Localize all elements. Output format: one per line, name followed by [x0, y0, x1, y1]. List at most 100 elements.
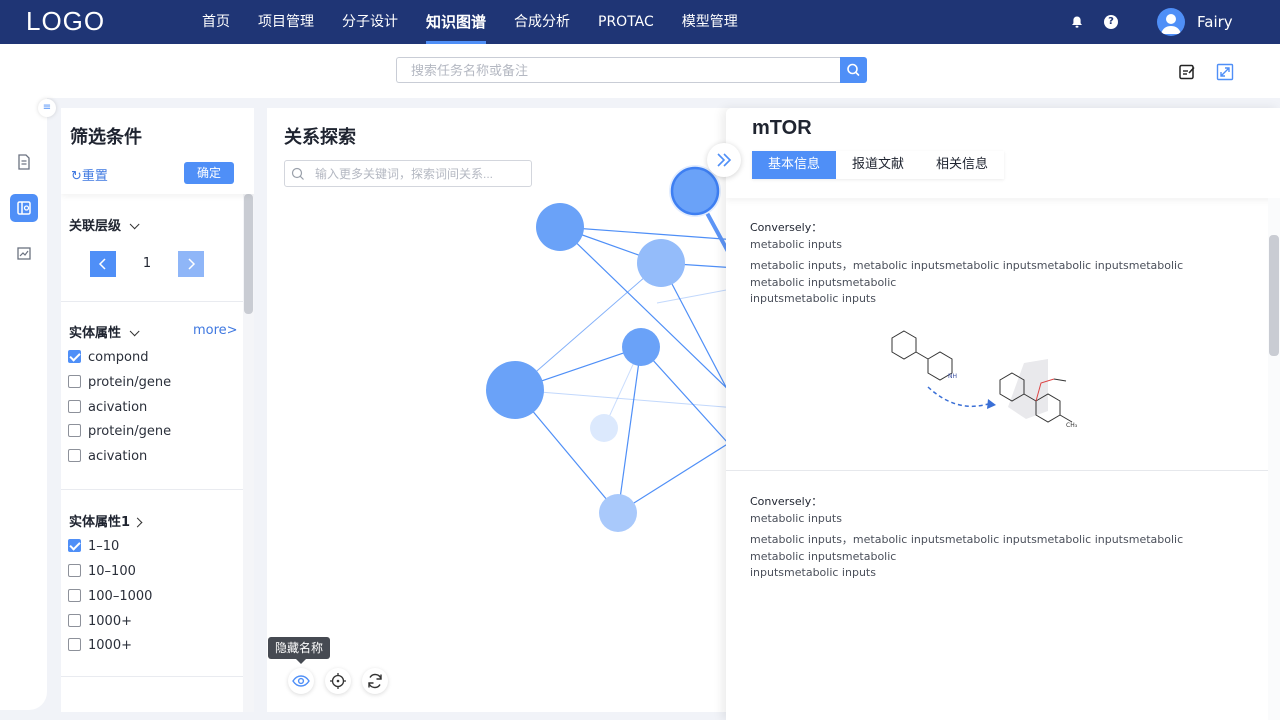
detail-scrollbar[interactable]	[1268, 198, 1280, 720]
entity-option[interactable]: protein/gene	[68, 375, 171, 393]
collapse-panel-button[interactable]	[707, 143, 741, 177]
chart-report-icon	[17, 247, 31, 260]
refresh-layout-button[interactable]	[362, 668, 388, 694]
rail-item-analysis[interactable]	[10, 240, 38, 268]
option-label: 1000+	[88, 614, 132, 629]
scrollbar-thumb[interactable]	[1269, 235, 1279, 356]
section-text: metabolic inputsmetabolic	[750, 550, 897, 563]
level-section-toggle[interactable]: 关联层级	[69, 215, 140, 234]
graph-node[interactable]	[622, 328, 660, 366]
level-value[interactable]: 1	[116, 251, 178, 277]
checkbox[interactable]	[68, 638, 81, 651]
detail-header: mTOR 基本信息 报道文献 相关信息	[726, 108, 1280, 198]
section-text: inputsmetabolic inputs	[750, 566, 876, 579]
graph-node[interactable]	[486, 361, 544, 419]
search-button[interactable]	[840, 57, 867, 83]
bell-icon[interactable]	[1070, 15, 1084, 29]
tab-related-info[interactable]: 相关信息	[920, 151, 1005, 179]
checkbox[interactable]	[68, 614, 81, 627]
entity-option[interactable]: acivation	[68, 449, 147, 467]
tab-literature[interactable]: 报道文献	[836, 151, 921, 179]
graph-node[interactable]	[637, 239, 685, 287]
molecule-structure-image: NH CH₃	[891, 330, 1078, 429]
chevron-right-icon	[132, 517, 143, 528]
level-increment-button[interactable]	[178, 251, 204, 277]
nav-item-knowledge-graph[interactable]: 知识图谱	[412, 0, 500, 44]
graph-node[interactable]	[599, 494, 637, 532]
search-icon	[291, 167, 304, 180]
fullscreen-icon[interactable]	[1216, 63, 1234, 81]
edit-note-icon[interactable]	[1178, 63, 1196, 81]
avatar[interactable]	[1157, 8, 1185, 36]
graph-node[interactable]	[590, 414, 618, 442]
checkbox[interactable]	[68, 424, 81, 437]
range-option[interactable]: 1000+	[68, 614, 132, 632]
graph-node[interactable]	[536, 203, 584, 251]
toggle-names-button[interactable]	[288, 668, 314, 694]
help-icon[interactable]: ?	[1104, 15, 1118, 29]
checkbox[interactable]	[68, 375, 81, 388]
graph-edge	[514, 389, 737, 409]
option-label: protein/gene	[88, 375, 172, 390]
entity-option[interactable]: protein/gene	[68, 424, 171, 442]
entity-section-toggle[interactable]: 实体属性	[69, 322, 140, 341]
nav-item-models[interactable]: 模型管理	[668, 0, 752, 44]
user-name[interactable]: Fairy	[1197, 13, 1233, 31]
graph-edge	[656, 287, 737, 304]
range-option[interactable]: 1–10	[68, 539, 119, 557]
scrollbar-thumb[interactable]	[244, 194, 253, 314]
menu-toggle-icon[interactable]: ≡	[38, 99, 56, 117]
double-chevron-right-icon	[717, 153, 732, 167]
range-option[interactable]: 100–1000	[68, 589, 152, 607]
refresh-icon	[368, 673, 382, 689]
section-text: inputsmetabolic inputs	[750, 292, 876, 305]
app-logo[interactable]: LOGO	[26, 6, 105, 37]
checkbox[interactable]	[68, 564, 81, 577]
locate-button[interactable]	[325, 668, 351, 694]
nav-item-projects[interactable]: 项目管理	[244, 0, 328, 44]
filter-scrollbar[interactable]	[243, 194, 254, 712]
range-option[interactable]: 1000+	[68, 638, 132, 656]
checkbox[interactable]	[68, 350, 81, 363]
detail-panel: mTOR 基本信息 报道文献 相关信息 Conversely： metaboli…	[726, 108, 1280, 720]
option-label: 1000+	[88, 638, 132, 653]
rail-item-graph[interactable]	[10, 194, 38, 222]
level-decrement-button[interactable]	[90, 251, 116, 277]
checkbox[interactable]	[68, 589, 81, 602]
rail-item-documents[interactable]	[10, 148, 38, 176]
nav-item-synthesis[interactable]: 合成分析	[500, 0, 584, 44]
nav-item-home[interactable]: 首页	[188, 0, 244, 44]
checkbox[interactable]	[68, 400, 81, 413]
checkbox[interactable]	[68, 449, 81, 462]
search-icon	[847, 63, 860, 76]
option-label: protein/gene	[88, 424, 172, 439]
section-text: metabolic inputs	[750, 512, 842, 525]
entity-title: mTOR	[752, 117, 812, 139]
knowledge-graph-canvas[interactable]	[267, 108, 737, 712]
range-option[interactable]: 10–100	[68, 564, 136, 582]
more-link[interactable]: more>	[193, 323, 238, 338]
filter-panel: 筛选条件 ↻重置 确定 关联层级 1 实体属性 more> compond pr…	[61, 108, 254, 712]
entity-option[interactable]: compond	[68, 350, 148, 368]
nav-item-molecule-design[interactable]: 分子设计	[328, 0, 412, 44]
molecule-nh-label: NH	[948, 373, 957, 380]
keyword-search-input[interactable]	[284, 160, 532, 187]
search-bar-area	[0, 44, 1280, 98]
task-search-input[interactable]	[396, 57, 840, 83]
confirm-button[interactable]: 确定	[184, 162, 234, 184]
tab-basic-info[interactable]: 基本信息	[752, 151, 837, 179]
nav-item-protac[interactable]: PROTAC	[584, 0, 668, 44]
checkbox[interactable]	[68, 539, 81, 552]
chevron-down-icon	[129, 219, 140, 230]
option-label: acivation	[88, 449, 148, 464]
refresh-icon: ↻	[71, 169, 82, 184]
molecule-ch3-label: CH₃	[1066, 422, 1078, 429]
side-rail	[0, 44, 47, 710]
eye-icon	[292, 675, 310, 687]
reset-button[interactable]: ↻重置	[71, 165, 108, 184]
graph-book-icon	[17, 201, 31, 215]
entity-option[interactable]: acivation	[68, 400, 147, 418]
crosshair-icon	[330, 673, 346, 689]
section-text: metabolic inputs	[750, 238, 842, 251]
entity1-section-toggle[interactable]: 实体属性1	[69, 511, 143, 530]
